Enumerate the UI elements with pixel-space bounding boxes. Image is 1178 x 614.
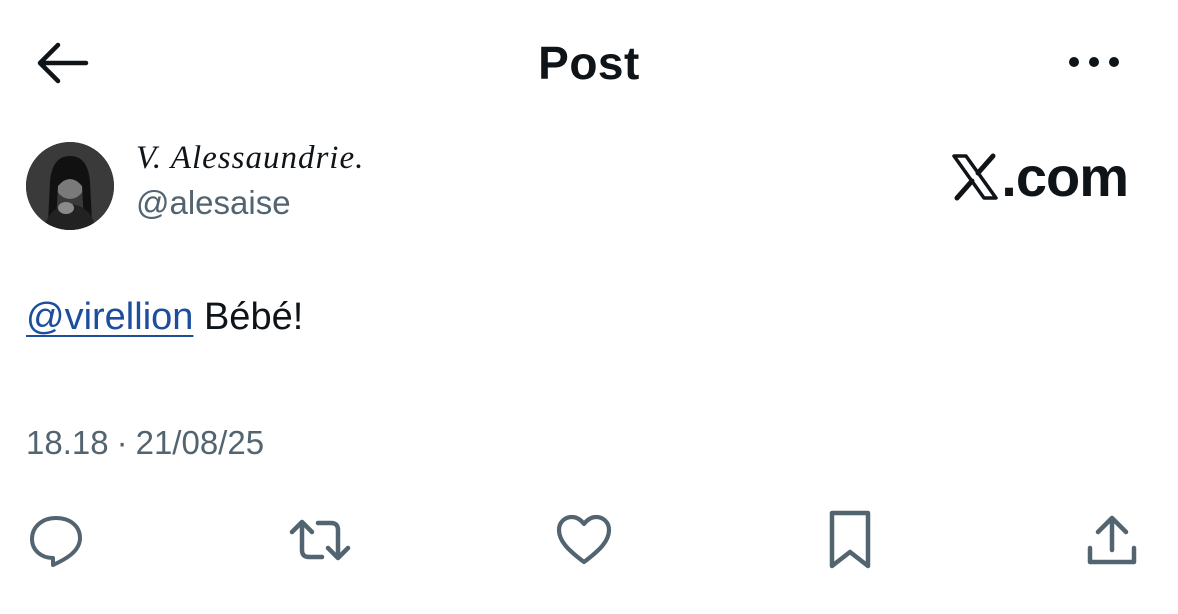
avatar[interactable]: [26, 142, 114, 230]
share-button[interactable]: [1080, 508, 1144, 572]
bookmark-button[interactable]: [818, 508, 882, 572]
mention-link[interactable]: @virellion: [26, 296, 193, 338]
x-logo-icon: [952, 153, 999, 200]
x-watermark: .com: [951, 144, 1129, 209]
post-timestamp[interactable]: 18.18 · 21/08/25: [26, 424, 264, 462]
meta-separator: ·: [116, 424, 128, 461]
like-button[interactable]: [552, 508, 616, 572]
post-time: 18.18: [26, 424, 109, 461]
user-handle[interactable]: @alesaise: [136, 184, 291, 222]
reply-button[interactable]: [24, 508, 88, 572]
share-icon: [1087, 515, 1137, 565]
watermark-text: .com: [1001, 145, 1129, 208]
repost-button[interactable]: [288, 508, 352, 572]
post-view: Post V. Alessaundrie. @alesaise .com @vi…: [0, 0, 1178, 614]
page-title: Post: [538, 37, 640, 89]
heart-icon: [556, 514, 612, 565]
post-text: @virellion Bébé!: [26, 296, 303, 339]
display-name[interactable]: V. Alessaundrie.: [136, 140, 364, 177]
more-horizontal-icon: [1069, 57, 1119, 67]
repost-icon: [289, 519, 351, 561]
reply-icon: [30, 516, 82, 567]
bookmark-icon: [829, 510, 871, 569]
avatar-image: [26, 142, 114, 230]
more-options-button[interactable]: [1062, 42, 1126, 82]
post-date: 21/08/25: [135, 424, 265, 461]
post-body-text: Bébé!: [193, 296, 304, 338]
